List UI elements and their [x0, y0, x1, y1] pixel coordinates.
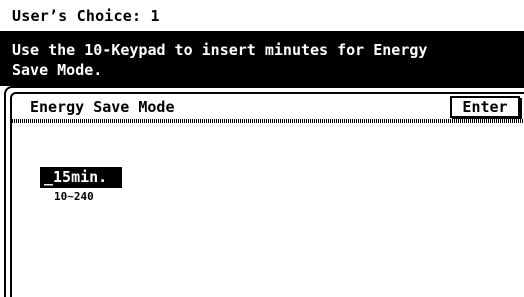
panel-header: Energy Save Mode Enter	[12, 94, 524, 120]
instruction-message: Use the 10-Keypad to insert minutes for …	[12, 41, 428, 79]
panel-divider	[12, 119, 524, 123]
screen-title: User’s Choice: 1	[12, 7, 160, 25]
minutes-value-field[interactable]: _15min.	[40, 167, 122, 188]
title-bar: User’s Choice: 1	[0, 0, 524, 33]
minutes-range-hint: 10~240	[54, 190, 94, 203]
panel-title: Energy Save Mode	[30, 98, 175, 116]
energy-save-mode-screen: User’s Choice: 1 Use the 10-Keypad to in…	[0, 0, 524, 297]
instruction-message-bar: Use the 10-Keypad to insert minutes for …	[0, 33, 524, 86]
enter-button[interactable]: Enter	[450, 96, 520, 118]
